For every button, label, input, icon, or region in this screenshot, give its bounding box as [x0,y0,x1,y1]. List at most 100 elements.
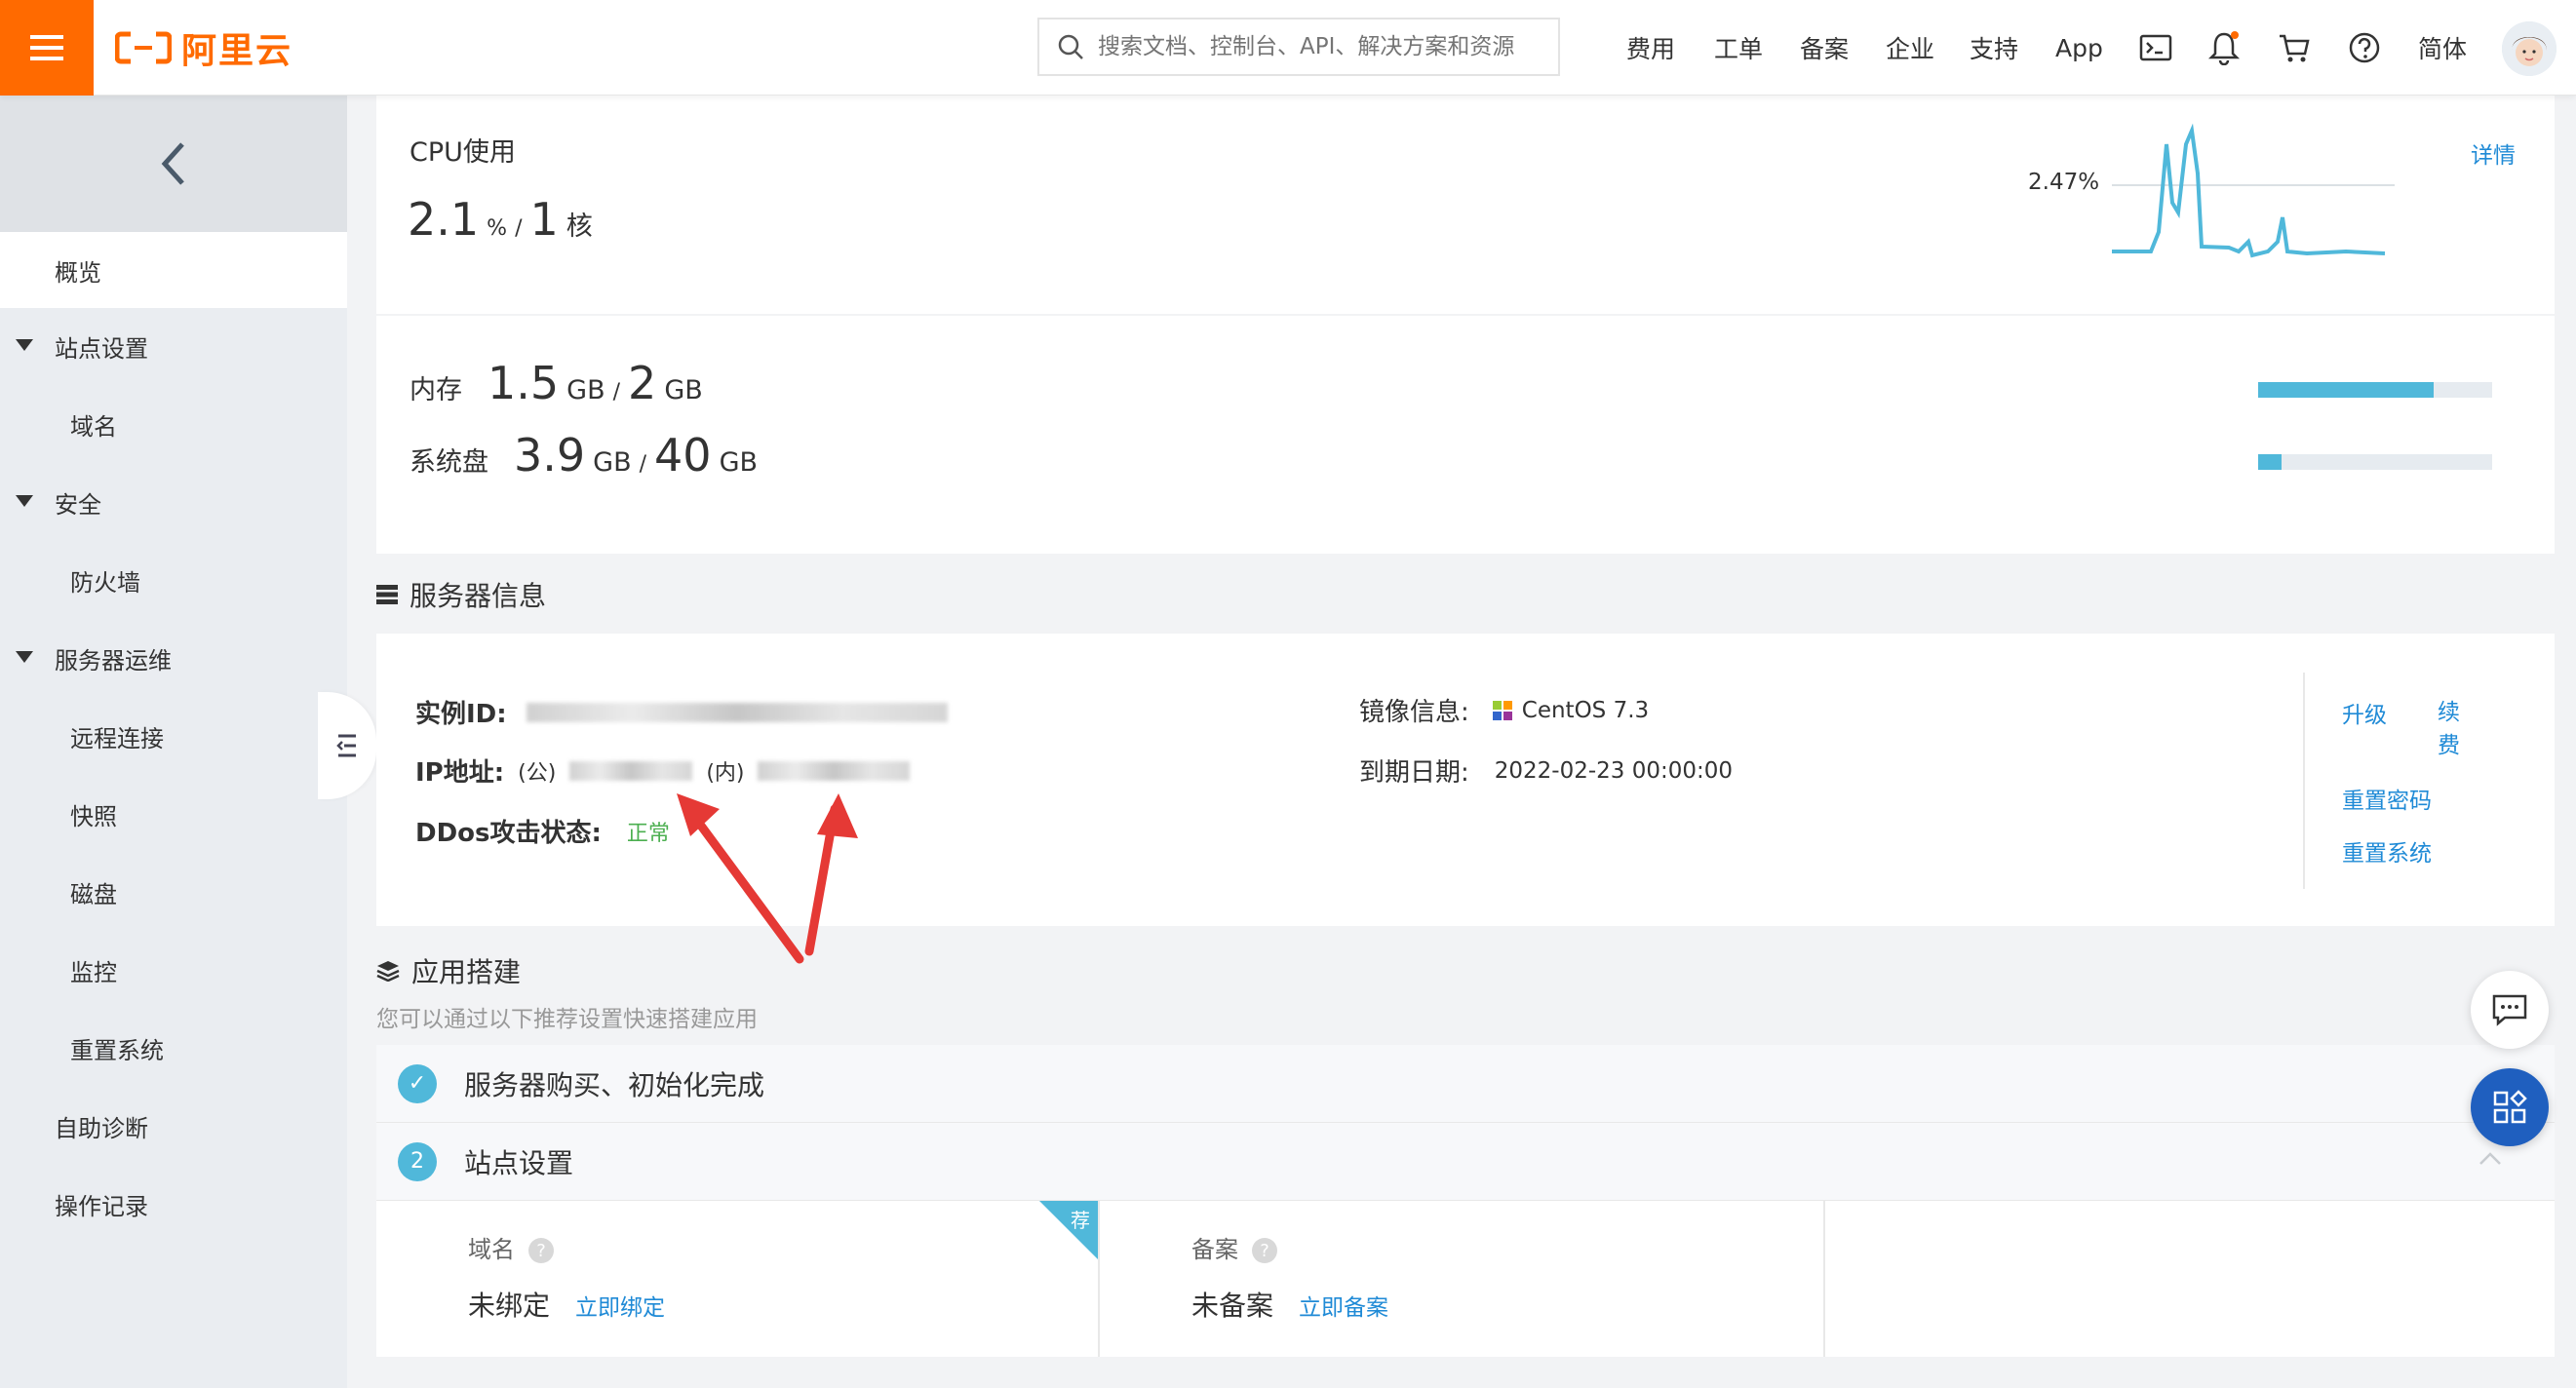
sidebar: 概览 站点设置 域名 安全 防火墙 服务器运维 远程连接 快照 磁盘 监控 重置… [0,96,347,1388]
search-input[interactable] [1098,34,1527,59]
memory-usage-bar-fill [2258,382,2434,398]
domain-status-row: 未绑定 立即绑定 [468,1285,665,1324]
public-ip-redacted [569,760,693,781]
sidebar-collapse-button[interactable] [0,96,347,232]
caret-down-icon [16,651,33,663]
nav-support[interactable]: 支持 [1970,0,2018,96]
cart-icon[interactable] [2272,25,2317,70]
chat-icon [2492,994,2527,1026]
divider [1098,1201,1100,1357]
nav-ticket[interactable]: 工单 [1714,0,1763,96]
beian-status-row: 未备案 立即备案 [1191,1285,1388,1324]
sidebar-item-operation-log[interactable]: 操作记录 [0,1166,347,1242]
instance-id-redacted [526,702,948,722]
hamburger-icon [30,35,63,60]
instance-id-row: 实例ID: [415,694,948,730]
apps-grid-icon [2493,1090,2527,1124]
cpu-current-value: 2.47% [2028,170,2100,195]
step-site-settings[interactable]: 2 站点设置 [376,1123,2555,1201]
aliyun-logo-icon [115,31,172,64]
divider [1823,1201,1825,1357]
reset-password-link[interactable]: 重置密码 [2342,782,2432,815]
question-icon[interactable]: ? [1252,1238,1277,1263]
site-settings-panel: 荐 域名? 未绑定 立即绑定 备案? 未备案 立即备案 [376,1201,2555,1388]
image-info-row: 镜像信息: CentOS 7.3 [1359,697,1650,728]
step-server-purchased[interactable]: ✓ 服务器购买、初始化完成 [376,1045,2555,1123]
step-number: 2 [398,1141,437,1181]
chevron-up-icon[interactable] [2478,1152,2502,1166]
logo-text: 阿里云 [181,31,293,71]
expire-date-value: 2022-02-23 00:00:00 [1494,757,1734,784]
bind-domain-link[interactable]: 立即绑定 [575,1289,665,1322]
sidebar-item-domain[interactable]: 域名 [0,386,347,462]
expire-date-row: 到期日期: 2022-02-23 00:00:00 [1359,757,1734,789]
sidebar-item-self-diagnose[interactable]: 自助诊断 [0,1088,347,1164]
apps-button[interactable] [2471,1068,2549,1146]
sidebar-item-firewall[interactable]: 防火墙 [0,542,347,618]
sidebar-item-site-settings[interactable]: 站点设置 [0,308,347,384]
next-step-row [376,1357,2555,1388]
sidebar-item-remote-connect[interactable]: 远程连接 [0,698,347,774]
help-icon[interactable] [2342,25,2387,70]
nav-app[interactable]: App [2055,0,2103,96]
caret-down-icon [16,339,33,351]
image-info-value: CentOS 7.3 [1521,697,1650,723]
disk-usage-bar-fill [2258,454,2282,470]
server-info-section-title: 服务器信息 [376,575,546,614]
bell-icon[interactable] [2202,25,2246,70]
private-ip-redacted [758,760,911,781]
upgrade-link[interactable]: 升级 [2342,696,2387,729]
hamburger-menu-button[interactable] [0,0,94,96]
chat-button[interactable] [2471,971,2549,1049]
sidebar-item-overview[interactable]: 概览 [0,232,347,308]
chevron-left-icon [161,142,184,185]
annotation-arrows [677,793,858,964]
caret-down-icon [16,495,33,507]
cpu-detail-link[interactable]: 详情 [2471,136,2516,170]
cpu-title: CPU使用 [410,137,516,168]
memory-usage-bar [2258,382,2492,398]
terminal-icon[interactable] [2133,25,2178,70]
nav-beian[interactable]: 备案 [1800,0,1849,96]
search-icon [1058,34,1083,59]
renew-link[interactable]: 续费 [2438,696,2463,762]
domain-status: 未绑定 [468,1290,551,1322]
app-build-section-title: 应用搭建 [376,951,521,990]
centos-icon [1492,700,1512,720]
sidebar-item-server-ops[interactable]: 服务器运维 [0,620,347,696]
sidebar-item-reset-system[interactable]: 重置系统 [0,1010,347,1086]
outdent-icon [336,734,356,757]
step-check-icon: ✓ [398,1063,437,1103]
divider [2303,673,2305,889]
server-icon [376,585,398,604]
beian-status: 未备案 [1191,1290,1274,1322]
top-bar: 阿里云 费用 工单 备案 企业 支持 App 简体 [0,0,2576,96]
resource-card: 内存 1.5 GB / 2 GB 系统盘 3.9 GB / 40 GB [376,316,2555,554]
sidebar-toggle-handle[interactable] [318,692,376,799]
language-switch[interactable]: 简体 [2418,0,2467,96]
cpu-usage-value: 2.1 % / 1 核 [408,193,593,246]
memory-usage: 内存 1.5 GB / 2 GB [410,357,703,409]
sidebar-item-disk[interactable]: 磁盘 [0,854,347,930]
sidebar-item-snapshot[interactable]: 快照 [0,776,347,852]
apply-beian-link[interactable]: 立即备案 [1299,1289,1388,1322]
app-build-subtitle: 您可以通过以下推荐设置快速搭建应用 [376,1007,758,1032]
recommend-badge-text: 荐 [1071,1209,1090,1232]
beian-label: 备案? [1191,1230,1277,1264]
sidebar-item-monitor[interactable]: 监控 [0,932,347,1008]
aliyun-logo[interactable]: 阿里云 [115,25,293,71]
nav-fee[interactable]: 费用 [1626,0,1675,96]
cpu-sparkline-chart [2112,123,2395,258]
question-icon[interactable]: ? [528,1238,554,1263]
avatar[interactable] [2502,21,2556,76]
disk-usage: 系统盘 3.9 GB / 40 GB [410,429,759,482]
sidebar-item-security[interactable]: 安全 [0,464,347,540]
nav-enterprise[interactable]: 企业 [1886,0,1934,96]
reset-system-link[interactable]: 重置系统 [2342,834,2432,868]
disk-usage-bar [2258,454,2492,470]
layers-icon [376,961,400,982]
domain-label: 域名? [468,1230,554,1264]
ddos-status-row: DDos攻击状态: 正常 [415,813,670,849]
search-box[interactable] [1037,18,1560,76]
cpu-card: CPU使用 2.1 % / 1 核 2.47% 详情 [376,96,2555,314]
